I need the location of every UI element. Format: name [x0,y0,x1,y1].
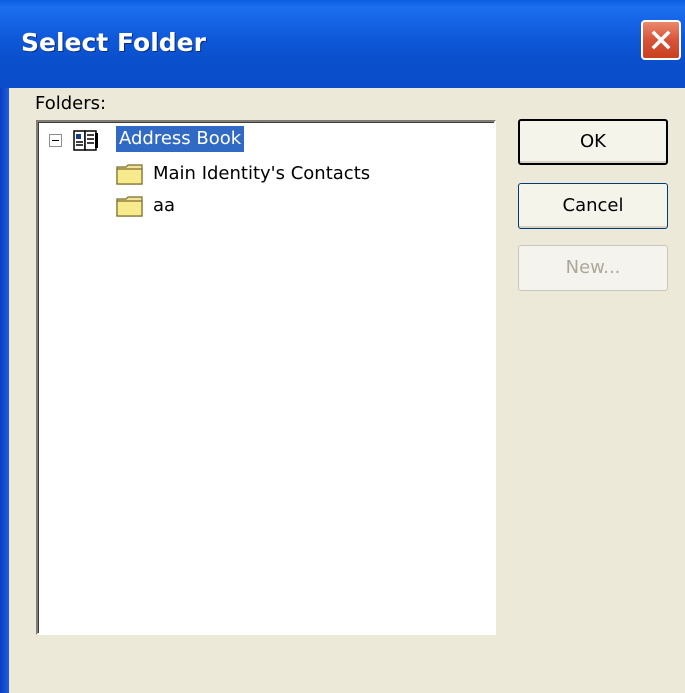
collapse-icon[interactable] [49,134,62,147]
folders-label: Folders: [35,93,107,114]
tree-node-label[interactable]: Address Book [116,126,245,152]
new-folder-button[interactable]: New... [518,245,668,291]
tree-node-label[interactable]: aa [153,195,175,217]
select-folder-dialog: Select Folder Folders: Address Book Main… [0,0,685,693]
address-book-icon [73,130,98,151]
tree-node-label[interactable]: Main Identity's Contacts [153,163,370,185]
dialog-title: Select Folder [21,28,206,57]
folder-icon [116,196,143,217]
ok-button[interactable]: OK [518,119,668,165]
tree-node-aa[interactable]: aa [38,190,494,222]
window-frame-left [0,88,9,693]
tree-node-main-identity-contacts[interactable]: Main Identity's Contacts [38,158,494,190]
close-icon [651,30,671,50]
close-button[interactable] [641,20,681,60]
cancel-button[interactable]: Cancel [518,183,668,229]
tree-node-address-book[interactable]: Address Book [38,122,494,158]
title-bar[interactable]: Select Folder [0,0,685,88]
folder-tree[interactable]: Address Book Main Identity's Contacts aa [36,120,496,635]
folder-icon [116,164,143,185]
